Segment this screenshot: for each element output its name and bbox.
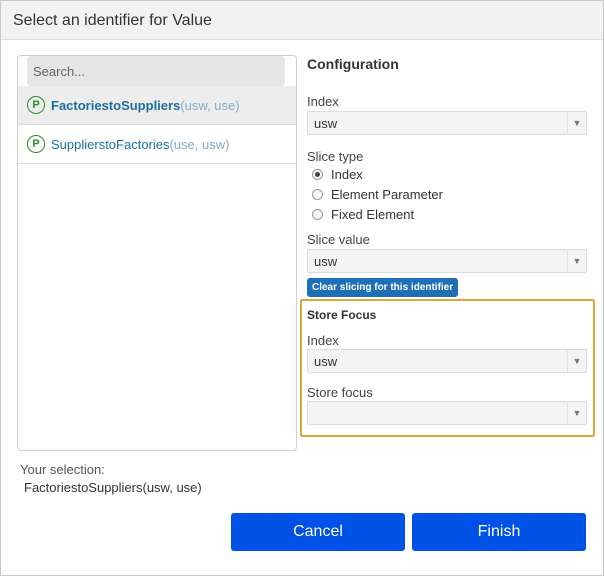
store-focus-heading: Store Focus (307, 308, 377, 322)
parameter-icon: P (27, 135, 45, 153)
slice-type-label: Slice type (307, 149, 364, 164)
identifier-dialog: Select an identifier for Value P Factori… (0, 0, 604, 576)
slice-value-select-value: usw (314, 254, 338, 269)
selection-value: FactoriestoSuppliers(usw, use) (24, 480, 202, 495)
store-focus-index-label: Index (307, 333, 339, 348)
dialog-title: Select an identifier for Value (13, 12, 212, 29)
dialog-titlebar: Select an identifier for Value (1, 1, 603, 40)
index-select[interactable]: usw ▼ (307, 111, 587, 135)
dropdown-arrow-icon: ▼ (567, 402, 586, 424)
slice-value-label: Slice value (307, 232, 370, 247)
radio-label: Element Parameter (331, 187, 443, 202)
parameter-icon: P (27, 96, 45, 114)
search-input[interactable] (27, 56, 285, 86)
index-label: Index (307, 94, 339, 109)
radio-slice-index[interactable]: Index (312, 167, 363, 182)
identifier-name: FactoriestoSuppliers (51, 97, 181, 113)
radio-label: Fixed Element (331, 207, 415, 222)
configuration-heading: Configuration (307, 56, 399, 72)
store-focus-label: Store focus (307, 385, 373, 400)
radio-unchecked-icon (312, 189, 323, 200)
dropdown-arrow-icon: ▼ (567, 250, 586, 272)
identifier-args: (use, usw) (169, 136, 230, 152)
identifier-item-supplierstofactories[interactable]: P SupplierstoFactories (use, usw) (18, 125, 296, 164)
slice-value-select[interactable]: usw ▼ (307, 249, 587, 273)
identifier-list-panel: P FactoriestoSuppliers (usw, use) P Supp… (17, 55, 297, 451)
finish-button[interactable]: Finish (412, 513, 586, 551)
dropdown-arrow-icon: ▼ (567, 112, 586, 134)
index-select-value: usw (314, 116, 338, 131)
store-focus-index-select[interactable]: usw ▼ (307, 349, 587, 373)
radio-unchecked-icon (312, 209, 323, 220)
dropdown-arrow-icon: ▼ (567, 350, 586, 372)
radio-slice-element-parameter[interactable]: Element Parameter (312, 187, 443, 202)
selection-label: Your selection: (20, 462, 105, 477)
identifier-args: (usw, use) (180, 97, 240, 113)
store-focus-index-value: usw (314, 354, 338, 369)
cancel-button[interactable]: Cancel (231, 513, 405, 551)
clear-slicing-button[interactable]: Clear slicing for this identifier (307, 278, 459, 297)
store-focus-select[interactable]: ▼ (307, 401, 587, 425)
radio-checked-icon (312, 169, 323, 180)
identifier-item-factoriestosuppliers[interactable]: P FactoriestoSuppliers (usw, use) (18, 86, 296, 125)
radio-slice-fixed-element[interactable]: Fixed Element (312, 207, 414, 222)
identifier-name: SupplierstoFactories (51, 136, 170, 152)
radio-label: Index (331, 167, 363, 182)
